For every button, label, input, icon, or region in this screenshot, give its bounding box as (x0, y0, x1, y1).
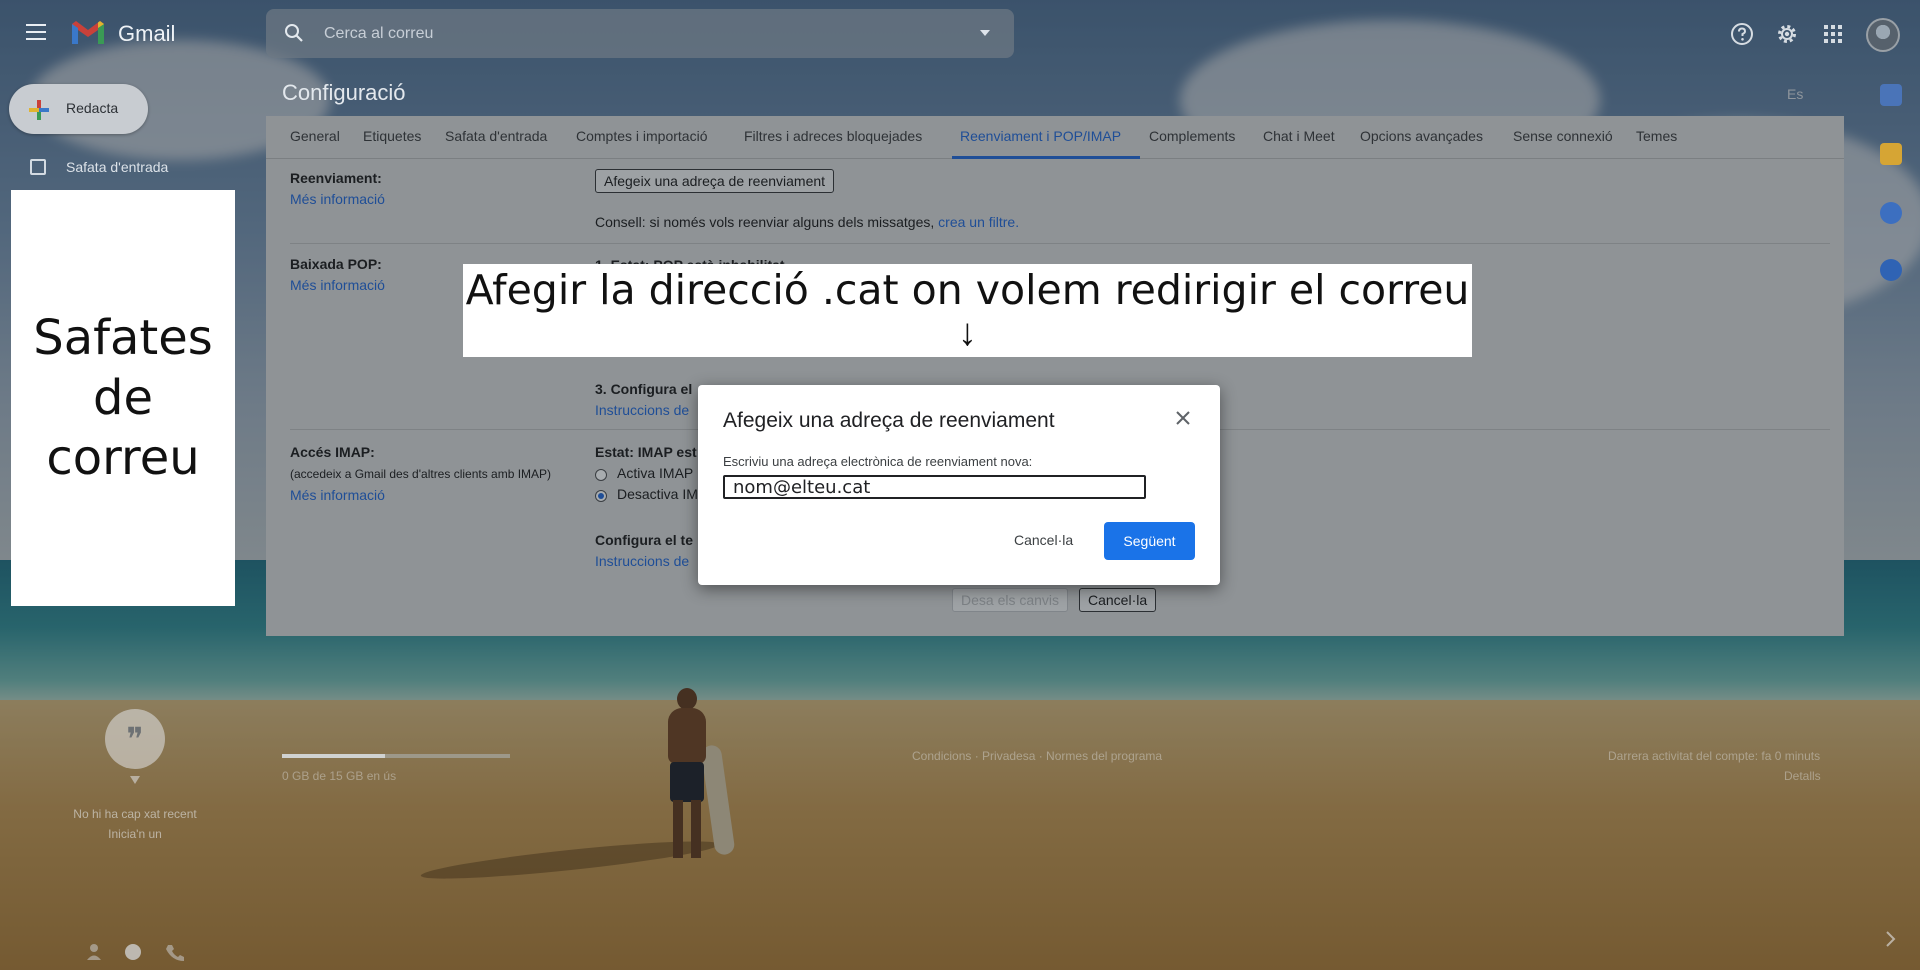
tab-chat-meet[interactable]: Chat i Meet (1263, 128, 1335, 144)
sidebar-item-inbox[interactable]: Safata d'entrada (0, 152, 230, 182)
settings-tabs: General Etiquetes Safata d'entrada Compt… (266, 116, 1844, 159)
chevron-right-icon[interactable] (1884, 930, 1896, 948)
down-arrow-icon: ↓ (958, 312, 977, 354)
imap-configure-step: Configura el te (595, 532, 694, 548)
dialog-cancel-button[interactable]: Cancel·la (1014, 532, 1073, 548)
help-icon[interactable] (1730, 22, 1754, 46)
imap-label: Accés IMAP: (290, 444, 375, 460)
keep-icon[interactable] (1880, 143, 1902, 165)
plus-icon (29, 100, 49, 120)
search-bar[interactable] (266, 9, 1014, 58)
tab-addons[interactable]: Complements (1149, 128, 1235, 144)
svg-text:❞: ❞ (126, 720, 143, 758)
chat-footer-icons (87, 944, 184, 961)
imap-more-info-link[interactable]: Més informació (290, 487, 385, 503)
search-input[interactable] (324, 21, 944, 47)
tab-filters[interactable]: Filtres i adreces bloquejades (744, 128, 922, 144)
close-icon[interactable] (1174, 409, 1192, 427)
imap-enable-label: Activa IMAP (617, 465, 694, 481)
tab-general[interactable]: General (290, 128, 340, 144)
calendar-icon[interactable] (1880, 84, 1902, 106)
forwarding-address-label: Escriviu una adreça electrònica de reenv… (723, 454, 1033, 469)
forwarding-label: Reenviament: (290, 170, 382, 186)
activity-details-link[interactable]: Detalls (1784, 769, 1821, 783)
pop-label: Baixada POP: (290, 256, 382, 272)
sidebar-item-label: Safata d'entrada (66, 159, 169, 175)
section-divider (290, 243, 1830, 244)
imap-disable-radio[interactable] (595, 490, 607, 502)
add-forwarding-address-dialog: Afegeix una adreça de reenviament Escriv… (698, 385, 1220, 585)
tab-offline[interactable]: Sense connexió (1513, 128, 1613, 144)
last-activity-text: Darrera activitat del compte: fa 0 minut… (1608, 749, 1821, 763)
annotation-forwarding-address: Afegir la direcció .cat on volem redirig… (463, 264, 1472, 357)
pop-configure-step: 3. Configura el (595, 381, 693, 397)
tab-accounts-import[interactable]: Comptes i importació (576, 128, 708, 144)
dialog-next-button[interactable]: Següent (1104, 522, 1195, 560)
imap-disable-label: Desactiva IM (617, 486, 698, 502)
gmail-logo-icon (72, 21, 104, 44)
save-changes-button[interactable]: Desa els canvis (952, 588, 1069, 612)
imap-description: (accedeix a Gmail des d'altres clients a… (290, 467, 552, 481)
apps-grid-icon[interactable] (1821, 22, 1845, 46)
brand-name: Gmail (118, 21, 176, 46)
footer-links[interactable]: Condicions · Privadesa · Normes del prog… (912, 749, 1162, 763)
chat-bubble-icon: ❞ (105, 709, 165, 784)
annotation-line: Safates (33, 310, 213, 366)
tab-labels[interactable]: Etiquetes (363, 128, 421, 144)
storage-usage-fill (282, 754, 385, 758)
annotation-line: de correu (46, 370, 200, 486)
main-menu-icon[interactable] (26, 24, 48, 42)
annotation-text: Afegir la direcció .cat on volem redirig… (465, 266, 1470, 314)
inbox-icon (30, 159, 46, 175)
search-icon[interactable] (284, 23, 304, 43)
account-avatar[interactable] (1866, 18, 1900, 52)
add-forwarding-address-button[interactable]: Afegeix una adreça de reenviament (595, 169, 835, 193)
forwarding-more-info-link[interactable]: Més informació (290, 191, 385, 207)
cancel-button[interactable]: Cancel·la (1079, 588, 1157, 612)
imap-status: Estat: IMAP est (595, 444, 697, 460)
chat-empty-line: No hi ha cap xat recent (73, 807, 197, 821)
imap-enable-radio[interactable] (595, 469, 607, 481)
chat-start-link[interactable]: Inicia'n un (40, 824, 230, 844)
compose-label: Redacta (66, 100, 119, 116)
imap-instructions-link[interactable]: Instruccions de (595, 553, 689, 569)
forwarding-tip: Consell: si només vols reenviar alguns d… (595, 214, 1019, 230)
chat-empty-message: No hi ha cap xat recent Inicia'n un (40, 804, 230, 844)
dialog-title: Afegeix una adreça de reenviament (723, 409, 1055, 432)
pop-more-info-link[interactable]: Més informació (290, 277, 385, 293)
tab-inbox[interactable]: Safata d'entrada (445, 128, 547, 144)
annotation-mailboxes: Safates de correu (11, 190, 235, 606)
page-title: Configuració (282, 80, 406, 105)
tab-themes[interactable]: Temes (1636, 128, 1677, 144)
tasks-icon[interactable] (1880, 202, 1902, 224)
active-tab-indicator (952, 156, 1140, 159)
pop-instructions-link[interactable]: Instruccions de (595, 402, 689, 418)
top-bar: Gmail (0, 0, 1920, 66)
tab-advanced[interactable]: Opcions avançades (1360, 128, 1483, 144)
contacts-icon[interactable] (1880, 259, 1902, 281)
gear-icon[interactable] (1775, 22, 1799, 46)
storage-usage-text[interactable]: 0 GB de 15 GB en ús (282, 769, 396, 783)
tab-forwarding-pop-imap[interactable]: Reenviament i POP/IMAP (960, 128, 1121, 144)
input-language-selector[interactable]: Es (1787, 86, 1803, 102)
storage-usage-bar (282, 754, 510, 758)
search-options-chevron-icon[interactable] (980, 30, 990, 36)
create-filter-link[interactable]: crea un filtre. (938, 214, 1019, 230)
compose-button[interactable]: Redacta (9, 84, 148, 134)
forwarding-tip-text: Consell: si només vols reenviar alguns d… (595, 214, 935, 230)
forwarding-address-input[interactable] (723, 475, 1146, 499)
